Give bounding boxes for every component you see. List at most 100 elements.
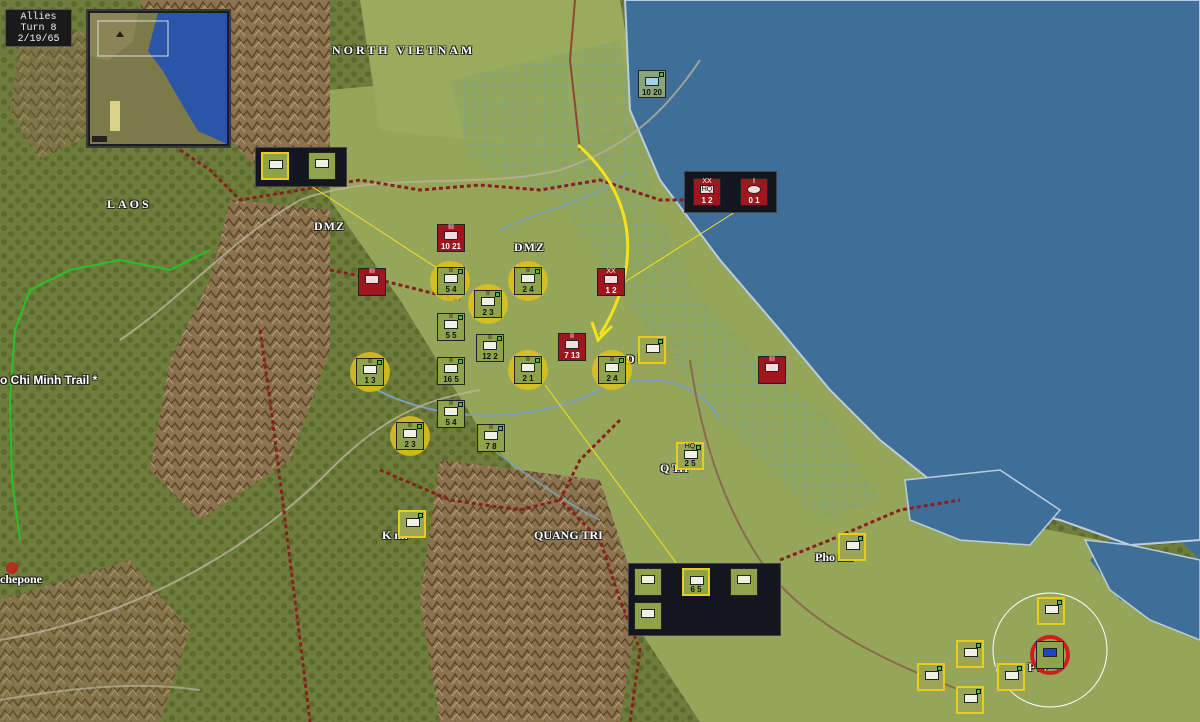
unit-counter-infantry[interactable]	[956, 640, 984, 668]
unit-counter-infantry[interactable]: II 5 5	[437, 313, 465, 341]
stack-unit[interactable]	[261, 152, 289, 180]
label-quang-tri-province: QUANG TRI	[534, 528, 603, 542]
unit-counter-infantry[interactable]: II 2 3	[396, 422, 424, 450]
infantry-icon	[403, 429, 417, 438]
naval-counter[interactable]: 10 20	[638, 70, 666, 98]
label-laos: LAOS	[107, 197, 152, 211]
turn-label: Turn 8	[20, 23, 57, 34]
supply-status-icon	[1057, 600, 1062, 605]
stack-popup-1[interactable]	[255, 147, 347, 187]
infantry-icon	[925, 671, 939, 680]
marine-icon	[1043, 648, 1057, 657]
recon-icon	[444, 364, 458, 373]
supply-status-icon	[535, 358, 540, 363]
unit-counter-infantry[interactable]	[638, 336, 666, 364]
engineer-icon	[315, 159, 329, 168]
supply-status-icon	[495, 292, 500, 297]
unit-counter-hq[interactable]: HQ 2 5	[676, 442, 704, 470]
unit-counter-recon[interactable]: II 16 5	[437, 357, 465, 385]
stack-popup-3[interactable]: 6 5	[628, 563, 781, 636]
unit-strength: 12 2	[482, 352, 498, 361]
artillery-icon	[483, 341, 497, 350]
mortar-icon	[747, 185, 761, 194]
artillery-icon	[737, 575, 751, 584]
unit-counter-armor[interactable]: II 2 4	[514, 267, 542, 295]
unit-strength: 2 3	[404, 440, 416, 449]
unit-strength: 1 2	[605, 286, 617, 295]
minimap[interactable]	[86, 9, 231, 148]
unit-strength: 16 5	[443, 375, 459, 384]
unit-counter-infantry[interactable]: II 1 3	[356, 358, 384, 386]
turn-info-panel: Allies Turn 8 2/19/65	[5, 9, 72, 47]
supply-status-icon	[619, 358, 624, 363]
infantry-icon	[444, 407, 458, 416]
infantry-icon	[565, 340, 579, 349]
airborne-icon	[484, 431, 498, 440]
unit-counter-infantry[interactable]: II 5 4	[437, 400, 465, 428]
infantry-icon	[406, 518, 420, 527]
infantry-icon	[444, 274, 458, 283]
unit-counter-artillery[interactable]: II 12 2	[476, 334, 504, 362]
infantry-icon	[964, 694, 978, 703]
hq-icon	[684, 450, 698, 459]
supply-status-icon	[458, 359, 463, 364]
stack-unit[interactable]: XX HQ 1 2	[693, 178, 721, 206]
label-ho-chi-minh-trail: o Chi Minh Trail *	[0, 373, 98, 387]
infantry-icon	[690, 576, 704, 585]
unit-strength: 2 4	[606, 374, 618, 383]
stack-unit[interactable]	[730, 568, 758, 596]
unit-strength: 1 2	[701, 196, 713, 205]
stack-unit[interactable]: 6 5	[682, 568, 710, 596]
supply-status-icon	[937, 666, 942, 671]
armor-icon	[481, 297, 495, 306]
artillery-icon	[365, 275, 379, 284]
unit-strength: 5 5	[445, 331, 457, 340]
label-dmz-right: DMZ	[514, 240, 545, 254]
stack-unit[interactable]	[634, 568, 662, 596]
label-dmz-left: DMZ	[314, 219, 345, 233]
enemy-counter-infantry[interactable]: III 10 21	[437, 224, 465, 252]
enemy-counter-infantry[interactable]: II 7 13	[558, 333, 586, 361]
stack-unit[interactable]: I 0 1	[740, 178, 768, 206]
infantry-icon	[846, 541, 860, 550]
stack-unit[interactable]	[634, 602, 662, 630]
supply-status-icon	[696, 445, 701, 450]
unit-counter-infantry[interactable]	[956, 686, 984, 714]
unit-counter-artillery[interactable]: II 2 1	[514, 356, 542, 384]
unit-strength: 2 3	[482, 308, 494, 317]
enemy-counter-artillery[interactable]: III	[758, 356, 786, 384]
ship-icon	[645, 77, 659, 86]
infantry-icon	[363, 365, 377, 374]
infantry-icon	[269, 160, 283, 169]
supply-status-icon	[418, 513, 423, 518]
minimap-canvas[interactable]	[88, 11, 229, 146]
side-label: Allies	[20, 12, 57, 23]
unit-counter-infantry[interactable]	[398, 510, 426, 538]
infantry-icon	[1045, 605, 1059, 614]
unit-strength: 5 4	[445, 285, 457, 294]
unit-counter-armor[interactable]: II 2 3	[474, 290, 502, 318]
unit-counter-infantry[interactable]: II 5 4	[437, 267, 465, 295]
stack-unit[interactable]	[308, 152, 336, 180]
unit-strength: 2 1	[522, 374, 534, 383]
infantry-icon	[444, 231, 458, 240]
infantry-icon	[964, 648, 978, 657]
enemy-counter-hq[interactable]: XX 1 2	[597, 268, 625, 296]
unit-counter-infantry[interactable]	[997, 663, 1025, 691]
supply-status-icon	[497, 336, 502, 341]
unit-counter-airborne[interactable]: II 7 8	[477, 424, 505, 452]
armor-icon	[521, 274, 535, 283]
supply-status-icon	[535, 269, 540, 274]
unit-counter-armor[interactable]: II 2 4	[598, 356, 626, 384]
unit-counter-marine[interactable]	[1036, 641, 1064, 669]
supply-status-icon	[976, 643, 981, 648]
enemy-counter-artillery[interactable]: III	[358, 268, 386, 296]
supply-status-icon	[417, 424, 422, 429]
supply-status-icon	[458, 269, 463, 274]
supply-status-icon	[976, 689, 981, 694]
infantry-icon	[646, 344, 660, 353]
unit-counter-infantry[interactable]	[838, 533, 866, 561]
stack-popup-2[interactable]: XX HQ 1 2 I 0 1	[684, 171, 777, 213]
unit-counter-infantry[interactable]	[917, 663, 945, 691]
unit-counter-infantry[interactable]	[1037, 597, 1065, 625]
